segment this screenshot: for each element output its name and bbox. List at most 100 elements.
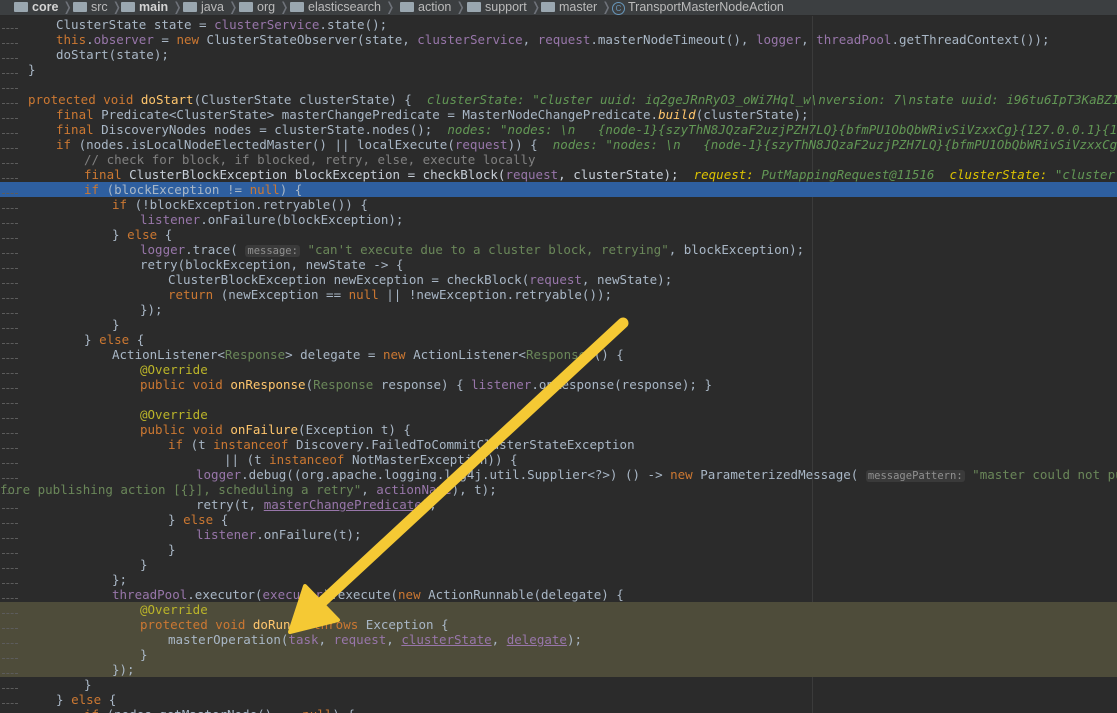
code-line[interactable]: } (112, 317, 120, 332)
code-token: ), t); (451, 482, 497, 497)
code-token: doStart (140, 92, 194, 107)
code-line[interactable]: } else { (168, 512, 228, 527)
breadcrumb-item-transportmasternodeaction[interactable]: C TransportMasterNodeAction (612, 0, 784, 15)
code-token: message: (245, 245, 300, 257)
code-token: () (290, 617, 314, 632)
code-token: clusterState (401, 632, 492, 647)
current-code-line[interactable]: final ClusterBlockException blockExcepti… (84, 167, 1117, 182)
code-editor[interactable]: ClusterState state = clusterService.stat… (0, 16, 1117, 713)
code-line[interactable]: ClusterBlockException newException = che… (168, 272, 672, 287)
code-token: } (112, 317, 120, 332)
code-token: @Override (140, 407, 208, 422)
breadcrumb-item-elasticsearch[interactable]: elasticsearch ❭ (290, 0, 395, 15)
code-line[interactable]: } else { (56, 692, 116, 707)
code-line[interactable]: logger.debug((org.apache.logging.log4j.u… (196, 467, 1117, 482)
code-line[interactable]: listener.onFailure(t); (196, 527, 362, 542)
code-line[interactable]: listener.onFailure(blockException); (140, 212, 403, 227)
code-token: }); (140, 302, 163, 317)
breadcrumb-item-org[interactable]: org ❭ (239, 0, 290, 15)
breadcrumb-label: support (485, 0, 527, 14)
code-token: new (670, 467, 701, 482)
code-line[interactable]: if (t instanceof Discovery.FailedToCommi… (168, 437, 635, 452)
code-token: observer (93, 32, 154, 47)
code-line[interactable]: } (140, 647, 148, 662)
gutter-marker (2, 418, 18, 419)
code-line[interactable]: || (t instanceof NotMasterException)) { (224, 452, 518, 467)
breadcrumb-item-src[interactable]: src ❭ (73, 0, 122, 15)
code-token: masterOperation( (168, 632, 289, 647)
code-line[interactable]: }; (112, 572, 127, 587)
code-line[interactable]: @Override (140, 407, 208, 422)
gutter-marker (2, 253, 18, 254)
code-line[interactable]: protected void doStart(ClusterState clus… (28, 92, 1117, 107)
code-line[interactable]: ActionListener<Response> delegate = new … (112, 347, 624, 362)
breadcrumb-item-java[interactable]: java ❭ (183, 0, 238, 15)
breadcrumb-item-support[interactable]: support ❭ (467, 0, 541, 15)
code-token: clusterState: "cluster uuid: iq2geJRnRyO… (426, 92, 1117, 107)
code-token: (t (190, 437, 214, 452)
code-token: "can't execute due to a cluster block, r… (307, 242, 669, 257)
code-line[interactable]: }); (112, 662, 135, 677)
code-line[interactable]: retry(t, masterChangePredicate); (196, 497, 437, 512)
breadcrumb-item-action[interactable]: action ❭ (400, 0, 466, 15)
code-line[interactable]: }); (140, 302, 163, 317)
code-token: ClusterState (56, 17, 154, 32)
code-line[interactable]: protected void doRun() throws Exception … (140, 617, 449, 632)
code-token: } (168, 512, 184, 527)
code-token: this (56, 32, 87, 47)
code-line[interactable]: ClusterState state = clusterService.stat… (56, 17, 387, 32)
code-line[interactable]: } (28, 62, 36, 77)
code-line[interactable]: } else { (112, 227, 172, 242)
code-token: request (505, 167, 559, 182)
code-token: if (112, 197, 135, 212)
code-line[interactable]: retry(blockException, newState -> { (140, 257, 403, 272)
code-token: } (84, 332, 100, 347)
code-line[interactable]: if (nodes.isLocalNodeElectedMaster() || … (56, 137, 1117, 152)
code-token: .state(); (319, 17, 388, 32)
code-line[interactable]: public void onFailure(Exception t) { (140, 422, 411, 437)
code-line[interactable]: logger.trace( message: "can't execute du… (140, 242, 804, 257)
code-line[interactable]: if (nodes.getMasterNode() == null) { (84, 707, 355, 713)
code-token: new (382, 347, 414, 362)
code-token: logger (755, 32, 802, 47)
breadcrumb-item-core[interactable]: core ❭ (14, 0, 73, 15)
code-token: .debug((org.apache.logging.log4j.util.Su… (241, 467, 671, 482)
code-token: , (801, 32, 817, 47)
code-line[interactable]: if (!blockException.retryable()) { (112, 197, 368, 212)
code-line[interactable]: } (168, 542, 176, 557)
code-token: nodes: "nodes: \n {node-1}{szyThN8JQzaF2… (447, 122, 1117, 137)
code-line[interactable]: if (blockException != null) { (84, 182, 302, 197)
code-token: || !newException.retryable()); (386, 287, 613, 302)
code-line[interactable]: this.observer = new ClusterStateObserver… (56, 32, 1049, 47)
code-line[interactable]: final DiscoveryNodes nodes = clusterStat… (56, 122, 1117, 137)
gutter-marker (2, 478, 18, 479)
code-line[interactable]: masterOperation(task, request, clusterSt… (168, 632, 582, 647)
code-token: task (288, 632, 319, 647)
code-token: else (183, 512, 221, 527)
code-token: { (136, 332, 145, 347)
code-line[interactable]: } (84, 677, 92, 692)
code-token: else (71, 692, 109, 707)
gutter-marker (2, 568, 18, 569)
code-line[interactable]: @Override (140, 602, 208, 617)
code-line[interactable]: doStart(state); (56, 47, 169, 62)
code-line[interactable]: // check for block, if blocked, retry, e… (84, 152, 536, 167)
breadcrumb-item-main[interactable]: main ❭ (121, 0, 183, 15)
breadcrumb-item-master[interactable]: master ❭ (541, 0, 612, 15)
code-token: }); (112, 662, 135, 677)
code-line[interactable]: threadPool.executor(executor).execute(ne… (112, 587, 624, 602)
code-line[interactable]: @Override (140, 362, 208, 377)
code-line[interactable]: final Predicate<ClusterState> masterChan… (56, 107, 809, 122)
code-token: ).execute( (322, 587, 399, 602)
code-token: } (140, 647, 148, 662)
code-line[interactable]: fore publishing action [{}], scheduling … (0, 482, 497, 497)
code-line[interactable]: } else { (84, 332, 144, 347)
chevron-right-icon: ❭ (227, 0, 239, 14)
code-token: retry(t, (196, 497, 264, 512)
code-line[interactable]: public void onResponse(Response response… (140, 377, 712, 392)
code-token: clusterService (417, 32, 523, 47)
code-line[interactable]: return (newException == null || !newExce… (168, 287, 612, 302)
chevron-right-icon: ❭ (384, 0, 396, 14)
code-line[interactable]: } (140, 557, 148, 572)
